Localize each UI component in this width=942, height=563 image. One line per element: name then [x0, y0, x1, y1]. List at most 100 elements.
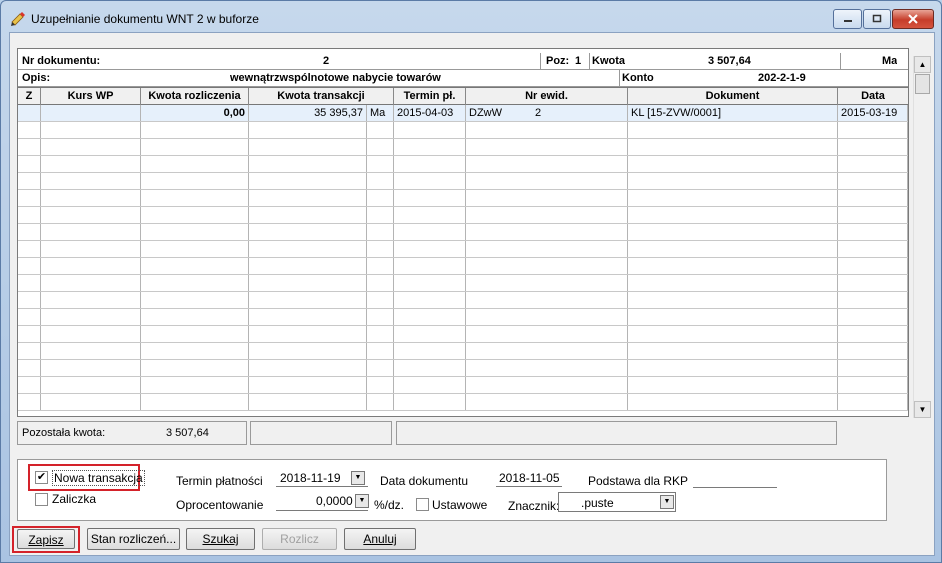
cell-data[interactable]: [838, 224, 908, 240]
dropdown-arrow-icon[interactable]: ▼: [660, 495, 674, 509]
cell-strona[interactable]: Ma: [367, 105, 394, 121]
cell-strona[interactable]: [367, 258, 394, 274]
empty-table-row[interactable]: [18, 275, 908, 292]
empty-table-row[interactable]: [18, 377, 908, 394]
szukaj-button[interactable]: Szukaj: [186, 528, 255, 550]
cell-z[interactable]: [18, 360, 41, 376]
cell-kurs[interactable]: [41, 326, 141, 342]
empty-table-row[interactable]: [18, 309, 908, 326]
col-header-z[interactable]: Z: [18, 88, 41, 105]
cell-nr-ewid-typ[interactable]: [466, 292, 532, 308]
cell-strona[interactable]: [367, 292, 394, 308]
cell-nr-ewid-nr[interactable]: [532, 207, 628, 223]
cell-data[interactable]: [838, 207, 908, 223]
cell-dokument[interactable]: [628, 275, 838, 291]
cell-nr-ewid-typ[interactable]: [466, 275, 532, 291]
cell-termin[interactable]: 2015-04-03: [394, 105, 466, 121]
cell-dokument[interactable]: [628, 309, 838, 325]
cell-nr-ewid-typ[interactable]: DZwW: [466, 105, 532, 121]
scroll-down-button[interactable]: ▼: [914, 401, 931, 418]
col-header-data[interactable]: Data: [838, 88, 908, 105]
cell-nr-ewid-typ[interactable]: [466, 258, 532, 274]
cell-nr-ewid-typ[interactable]: [466, 394, 532, 410]
cell-strona[interactable]: [367, 156, 394, 172]
cell-nr-ewid-nr[interactable]: [532, 292, 628, 308]
znacznik-select[interactable]: .puste ▼: [558, 492, 676, 512]
data-dokumentu-value[interactable]: 2018-11-05: [499, 471, 560, 485]
cell-kwota-rozl[interactable]: [141, 275, 249, 291]
cell-strona[interactable]: [367, 343, 394, 359]
cell-data[interactable]: [838, 173, 908, 189]
cell-kwota-trans[interactable]: [249, 394, 367, 410]
col-header-dokument[interactable]: Dokument: [628, 88, 838, 105]
cell-data[interactable]: [838, 343, 908, 359]
table-row[interactable]: 0,00 35 395,37 Ma 2015-04-03 DZwW 2 KL [15-ZVW…: [18, 105, 908, 122]
cell-kwota-trans[interactable]: [249, 343, 367, 359]
cell-nr-ewid-typ[interactable]: [466, 377, 532, 393]
col-header-kwota-transakcji[interactable]: Kwota transakcji: [249, 88, 394, 105]
cell-z[interactable]: [18, 309, 41, 325]
cell-strona[interactable]: [367, 224, 394, 240]
cell-kurs[interactable]: [41, 394, 141, 410]
cell-z[interactable]: [18, 173, 41, 189]
cell-kurs[interactable]: [41, 275, 141, 291]
empty-table-row[interactable]: [18, 292, 908, 309]
scroll-up-button[interactable]: ▲: [914, 56, 931, 73]
cell-dokument[interactable]: [628, 207, 838, 223]
col-header-nr-ewid[interactable]: Nr ewid.: [466, 88, 628, 105]
cell-dokument[interactable]: [628, 377, 838, 393]
cell-z[interactable]: [18, 241, 41, 257]
cell-kwota-rozl[interactable]: [141, 224, 249, 240]
cell-kurs[interactable]: [41, 173, 141, 189]
cell-z[interactable]: [18, 292, 41, 308]
cell-kwota-trans[interactable]: [249, 173, 367, 189]
cell-nr-ewid-typ[interactable]: [466, 309, 532, 325]
zaliczka-label[interactable]: Zaliczka: [52, 492, 96, 506]
cell-z[interactable]: [18, 326, 41, 342]
cell-dokument[interactable]: [628, 360, 838, 376]
cell-nr-ewid-nr[interactable]: [532, 173, 628, 189]
cell-kwota-trans[interactable]: 35 395,37: [249, 105, 367, 121]
cell-data[interactable]: [838, 377, 908, 393]
cell-strona[interactable]: [367, 173, 394, 189]
empty-table-row[interactable]: [18, 173, 908, 190]
cell-data[interactable]: [838, 360, 908, 376]
cell-nr-ewid-nr[interactable]: [532, 275, 628, 291]
cell-kurs[interactable]: [41, 139, 141, 155]
cell-kwota-rozl[interactable]: [141, 309, 249, 325]
cell-strona[interactable]: [367, 309, 394, 325]
cell-data[interactable]: 2015-03-19: [838, 105, 908, 121]
cell-kwota-trans[interactable]: [249, 241, 367, 257]
cell-kwota-trans[interactable]: [249, 326, 367, 342]
cell-strona[interactable]: [367, 360, 394, 376]
cell-z[interactable]: [18, 139, 41, 155]
cell-data[interactable]: [838, 394, 908, 410]
cell-z[interactable]: [18, 190, 41, 206]
empty-table-row[interactable]: [18, 360, 908, 377]
cell-dokument[interactable]: [628, 258, 838, 274]
maximize-button[interactable]: [863, 9, 891, 29]
cell-dokument[interactable]: [628, 122, 838, 138]
cell-strona[interactable]: [367, 377, 394, 393]
cell-termin[interactable]: [394, 343, 466, 359]
cell-kurs[interactable]: [41, 241, 141, 257]
cell-kurs[interactable]: [41, 343, 141, 359]
cell-termin[interactable]: [394, 326, 466, 342]
cell-dokument[interactable]: [628, 326, 838, 342]
cell-kwota-rozl[interactable]: [141, 343, 249, 359]
cell-nr-ewid-nr[interactable]: [532, 360, 628, 376]
cell-nr-ewid-nr[interactable]: [532, 309, 628, 325]
cell-kwota-rozl[interactable]: [141, 394, 249, 410]
cell-kwota-trans[interactable]: [249, 190, 367, 206]
empty-table-row[interactable]: [18, 241, 908, 258]
cell-z[interactable]: [18, 156, 41, 172]
cell-kwota-rozl[interactable]: [141, 326, 249, 342]
cell-kwota-trans[interactable]: [249, 258, 367, 274]
empty-table-row[interactable]: [18, 207, 908, 224]
cell-kwota-trans[interactable]: [249, 156, 367, 172]
cell-kwota-rozl[interactable]: [141, 173, 249, 189]
cell-kwota-rozl[interactable]: [141, 139, 249, 155]
title-bar[interactable]: Uzupełnianie dokumentu WNT 2 w buforze: [1, 1, 941, 33]
empty-table-row[interactable]: [18, 394, 908, 411]
col-header-kurs-wp[interactable]: Kurs WP: [41, 88, 141, 105]
